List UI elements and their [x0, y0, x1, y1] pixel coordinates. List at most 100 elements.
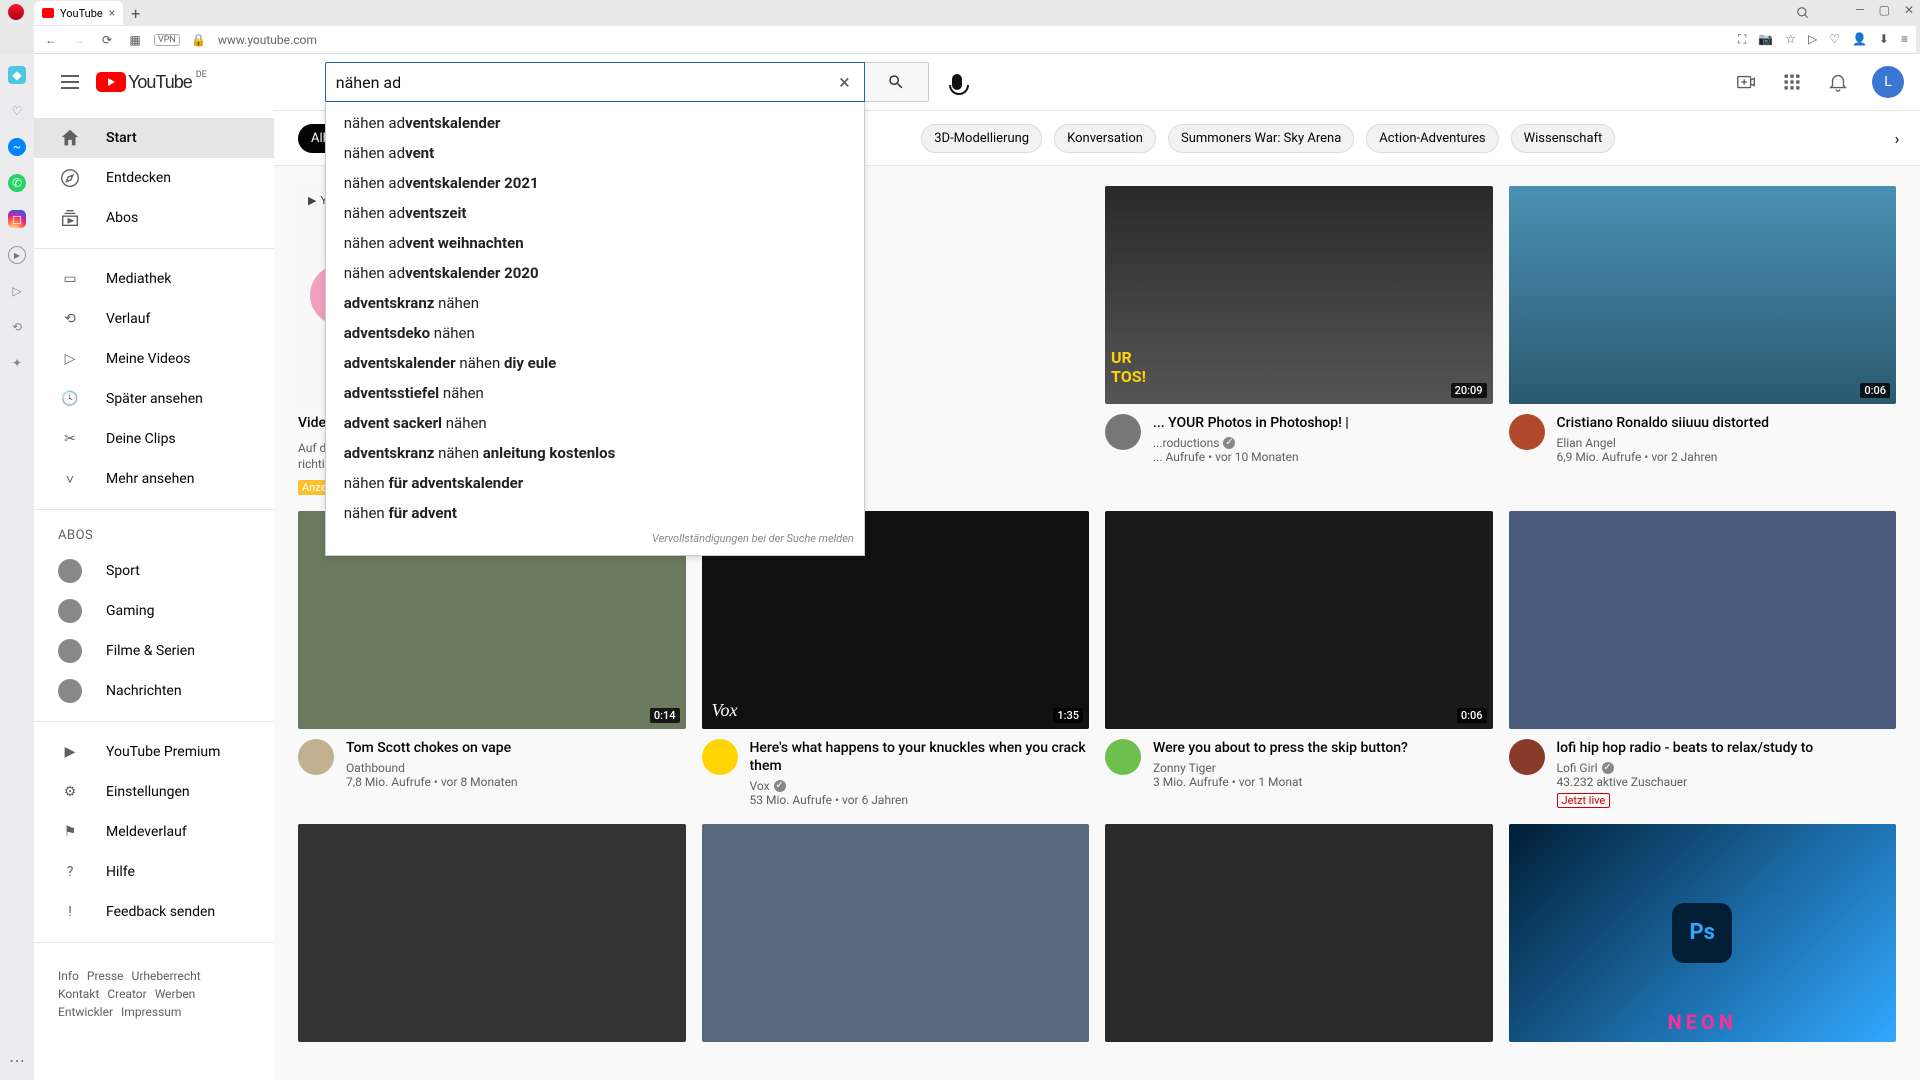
sidebar-item-gaming[interactable]: Gaming — [34, 591, 274, 631]
search-suggestion[interactable]: nähen für adventskalender — [326, 468, 864, 498]
player-icon[interactable]: ▸ — [8, 246, 26, 264]
footer-link[interactable]: Kontakt — [58, 987, 99, 1001]
heart-icon[interactable]: ♡ — [1829, 32, 1840, 47]
hamburger-menu-button[interactable] — [50, 62, 90, 102]
search-suggestion[interactable]: nähen adventszeit — [326, 198, 864, 228]
crop-icon[interactable]: ⛶ — [1738, 32, 1746, 47]
lock-icon[interactable]: 🔒 — [190, 33, 208, 47]
footer-link[interactable]: Info — [58, 969, 79, 983]
profile-icon[interactable]: 👤 — [1852, 32, 1867, 47]
video-card[interactable] — [702, 824, 1090, 1042]
bookmarks-icon[interactable]: ♡ — [8, 102, 26, 120]
window-minimize-icon[interactable]: ― — [1855, 3, 1864, 17]
sidebar-item-meine-videos[interactable]: ▷Meine Videos — [34, 339, 274, 379]
filter-chip[interactable]: Action-Adventures — [1366, 124, 1498, 153]
search-suggestion[interactable]: adventskalender nähen diy eule — [326, 348, 864, 378]
video-card[interactable] — [298, 824, 686, 1042]
video-card[interactable]: lofi hip hop radio - beats to relax/stud… — [1509, 511, 1897, 808]
chips-scroll-right-icon[interactable]: › — [1882, 123, 1912, 153]
search-clear-icon[interactable]: × — [835, 70, 854, 94]
send-icon[interactable]: ▷ — [1808, 32, 1817, 47]
video-channel[interactable]: ...roductions✓ — [1153, 436, 1493, 450]
sidebar-item-sport[interactable]: Sport — [34, 551, 274, 591]
filter-chip[interactable]: Wissenschaft — [1511, 124, 1616, 153]
instagram-icon[interactable]: ◻ — [8, 210, 26, 228]
sidebar-item-entdecken[interactable]: Entdecken — [34, 158, 274, 198]
video-card[interactable]: 0:06Were you about to press the skip but… — [1105, 511, 1493, 808]
sidebar-item-clips[interactable]: ✂Deine Clips — [34, 419, 274, 459]
sidebar-item-filme[interactable]: Filme & Serien — [34, 631, 274, 671]
search-suggestion[interactable]: advent sackerl nähen — [326, 408, 864, 438]
search-button[interactable] — [865, 62, 929, 102]
channel-avatar[interactable] — [1105, 739, 1141, 775]
history-icon[interactable]: ⟲ — [8, 318, 26, 336]
video-card[interactable]: 0:06 Cristiano Ronaldo siiuuu distorted … — [1509, 186, 1897, 495]
create-icon[interactable] — [1734, 70, 1758, 94]
search-suggestion[interactable]: nähen advent — [326, 138, 864, 168]
filter-chip[interactable]: 3D-Modellierung — [921, 124, 1042, 153]
footer-link[interactable]: Werben — [155, 987, 196, 1001]
whatsapp-icon[interactable]: ✆ — [8, 174, 26, 192]
browser-tab[interactable]: YouTube × — [34, 1, 123, 25]
footer-link[interactable]: Impressum — [121, 1005, 181, 1019]
channel-avatar[interactable] — [1509, 739, 1545, 775]
nav-back-icon[interactable]: ← — [42, 33, 60, 47]
flow-icon[interactable]: ▷ — [8, 282, 26, 300]
camera-icon[interactable]: 📷 — [1758, 32, 1773, 47]
channel-avatar[interactable] — [298, 739, 334, 775]
window-maximize-icon[interactable]: ▢ — [1879, 3, 1890, 17]
youtube-logo[interactable]: YouTube DE — [96, 72, 205, 93]
sidebar-item-start[interactable]: Start — [34, 118, 274, 158]
user-avatar[interactable]: L — [1872, 66, 1904, 98]
filter-chip[interactable]: Summoners War: Sky Arena — [1168, 124, 1354, 153]
footer-link[interactable]: Urheberrecht — [132, 969, 201, 983]
sidebar-item-nachrichten[interactable]: Nachrichten — [34, 671, 274, 711]
sidebar-item-spaeter[interactable]: 🕓Später ansehen — [34, 379, 274, 419]
sidebar-more-icon[interactable]: ⋯ — [9, 1051, 25, 1070]
easy-setup-icon[interactable]: ≡ — [1901, 32, 1908, 47]
nav-forward-icon[interactable]: → — [70, 33, 88, 47]
video-channel[interactable]: Elian Angel — [1557, 436, 1897, 450]
address-bar[interactable]: www.youtube.com — [218, 33, 1728, 47]
channel-avatar[interactable] — [1105, 414, 1141, 450]
window-close-icon[interactable]: ✕ — [1904, 3, 1914, 17]
search-box[interactable]: × — [325, 62, 865, 102]
search-suggestion[interactable]: nähen adventskalender 2021 — [326, 168, 864, 198]
footer-link[interactable]: Entwickler — [58, 1005, 113, 1019]
video-card[interactable] — [1105, 824, 1493, 1042]
speed-dial-icon[interactable]: ▦ — [126, 33, 144, 47]
search-suggestion[interactable]: nähen adventskalender 2020 — [326, 258, 864, 288]
report-suggestions-link[interactable]: Vervollständigungen bei der Suche melden — [326, 528, 864, 549]
speed-dial-icon[interactable]: ◆ — [8, 66, 26, 84]
sidebar-item-hilfe[interactable]: ?Hilfe — [34, 852, 274, 892]
video-channel[interactable]: Lofi Girl✓ — [1557, 761, 1897, 775]
opera-logo-icon[interactable] — [8, 4, 24, 20]
sidebar-item-mehr[interactable]: ˅Mehr ansehen — [34, 459, 274, 499]
video-card[interactable]: 20:09 ... YOUR Photos in Photoshop! | ..… — [1105, 186, 1493, 495]
vpn-badge[interactable]: VPN — [154, 34, 180, 46]
search-input[interactable] — [336, 73, 835, 92]
channel-avatar[interactable] — [702, 739, 738, 775]
sidebar-item-premium[interactable]: ▶YouTube Premium — [34, 732, 274, 772]
search-suggestion[interactable]: nähen für advent — [326, 498, 864, 528]
video-channel[interactable]: Zonny Tiger — [1153, 761, 1493, 775]
new-tab-button[interactable]: + — [131, 4, 140, 23]
browser-search-icon[interactable] — [1796, 6, 1810, 20]
search-suggestion[interactable]: nähen adventskalender — [326, 108, 864, 138]
search-suggestion[interactable]: adventsstiefel nähen — [326, 378, 864, 408]
nav-reload-icon[interactable]: ⟳ — [98, 33, 116, 47]
notifications-icon[interactable] — [1826, 70, 1850, 94]
search-suggestion[interactable]: adventskranz nähen — [326, 288, 864, 318]
bookmark-icon[interactable]: ☆ — [1785, 32, 1796, 47]
search-suggestion[interactable]: adventskranz nähen anleitung kostenlos — [326, 438, 864, 468]
sidebar-item-abos[interactable]: Abos — [34, 198, 274, 238]
channel-avatar[interactable] — [1509, 414, 1545, 450]
video-channel[interactable]: Oathbound — [346, 761, 686, 775]
video-card[interactable]: PsNEON — [1509, 824, 1897, 1042]
sidebar-item-verlauf[interactable]: ⟲Verlauf — [34, 299, 274, 339]
sidebar-item-einstellungen[interactable]: ⚙Einstellungen — [34, 772, 274, 812]
sidebar-item-feedback[interactable]: !Feedback senden — [34, 892, 274, 932]
sidebar-item-meldeverlauf[interactable]: ⚑Meldeverlauf — [34, 812, 274, 852]
apps-grid-icon[interactable] — [1780, 70, 1804, 94]
footer-link[interactable]: Presse — [87, 969, 124, 983]
